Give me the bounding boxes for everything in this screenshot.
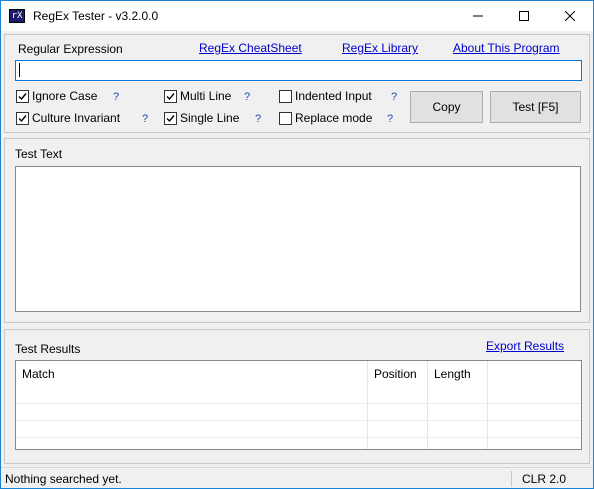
- indented-input-help[interactable]: ?: [391, 91, 397, 103]
- maximize-icon: [519, 11, 529, 21]
- app-icon: rX: [9, 9, 25, 23]
- minimize-button[interactable]: [455, 1, 501, 31]
- test-text-area[interactable]: [15, 166, 581, 312]
- replace-mode-label[interactable]: Replace mode: [295, 111, 372, 125]
- column-header-length[interactable]: Length: [428, 361, 488, 401]
- culture-invariant-checkbox[interactable]: [16, 112, 29, 125]
- column-header-match[interactable]: Match: [16, 361, 368, 401]
- replace-mode-help[interactable]: ?: [387, 113, 393, 125]
- checkmark-icon: [18, 115, 27, 123]
- status-message: Nothing searched yet.: [5, 472, 122, 486]
- status-bar: Nothing searched yet. CLR 2.0: [1, 467, 593, 488]
- about-link[interactable]: About This Program: [453, 41, 560, 55]
- status-separator: [511, 471, 512, 487]
- copy-button[interactable]: Copy: [410, 91, 483, 123]
- ignore-case-checkbox[interactable]: [16, 90, 29, 103]
- close-button[interactable]: [547, 1, 593, 31]
- text-caret: [19, 63, 20, 77]
- multi-line-checkbox[interactable]: [164, 90, 177, 103]
- minimize-icon: [473, 15, 483, 17]
- close-icon: [565, 11, 575, 21]
- table-row-divider: [16, 403, 581, 404]
- checkmark-icon: [18, 93, 27, 101]
- multi-line-label[interactable]: Multi Line: [180, 89, 231, 103]
- indented-input-checkbox[interactable]: [279, 90, 292, 103]
- library-link[interactable]: RegEx Library: [342, 41, 418, 55]
- single-line-label[interactable]: Single Line: [180, 111, 239, 125]
- culture-invariant-help[interactable]: ?: [142, 113, 148, 125]
- test-text-label: Test Text: [15, 147, 63, 161]
- single-line-help[interactable]: ?: [255, 113, 261, 125]
- replace-mode-checkbox[interactable]: [279, 112, 292, 125]
- results-table[interactable]: Match Position Length: [15, 360, 582, 450]
- regex-label: Regular Expression: [18, 42, 123, 56]
- runtime-label: CLR 2.0: [522, 472, 567, 486]
- checkmark-icon: [166, 115, 175, 123]
- ignore-case-label[interactable]: Ignore Case: [32, 89, 97, 103]
- culture-invariant-label[interactable]: Culture Invariant: [32, 111, 120, 125]
- indented-input-label[interactable]: Indented Input: [295, 89, 372, 103]
- multi-line-help[interactable]: ?: [244, 91, 250, 103]
- table-row-divider: [16, 437, 581, 438]
- test-button[interactable]: Test [F5]: [490, 91, 581, 123]
- ignore-case-help[interactable]: ?: [113, 91, 119, 103]
- app-window: rX RegEx Tester - v3.2.0.0 Regular Expre…: [0, 0, 594, 489]
- window-title: RegEx Tester - v3.2.0.0: [33, 9, 159, 23]
- title-bar[interactable]: rX RegEx Tester - v3.2.0.0: [1, 1, 593, 31]
- maximize-button[interactable]: [501, 1, 547, 31]
- export-results-link[interactable]: Export Results: [486, 339, 564, 353]
- results-label: Test Results: [15, 342, 81, 356]
- checkmark-icon: [166, 93, 175, 101]
- regex-input[interactable]: [15, 60, 582, 81]
- cheatsheet-link[interactable]: RegEx CheatSheet: [199, 41, 302, 55]
- table-row-divider: [16, 420, 581, 421]
- column-header-position[interactable]: Position: [368, 361, 428, 401]
- single-line-checkbox[interactable]: [164, 112, 177, 125]
